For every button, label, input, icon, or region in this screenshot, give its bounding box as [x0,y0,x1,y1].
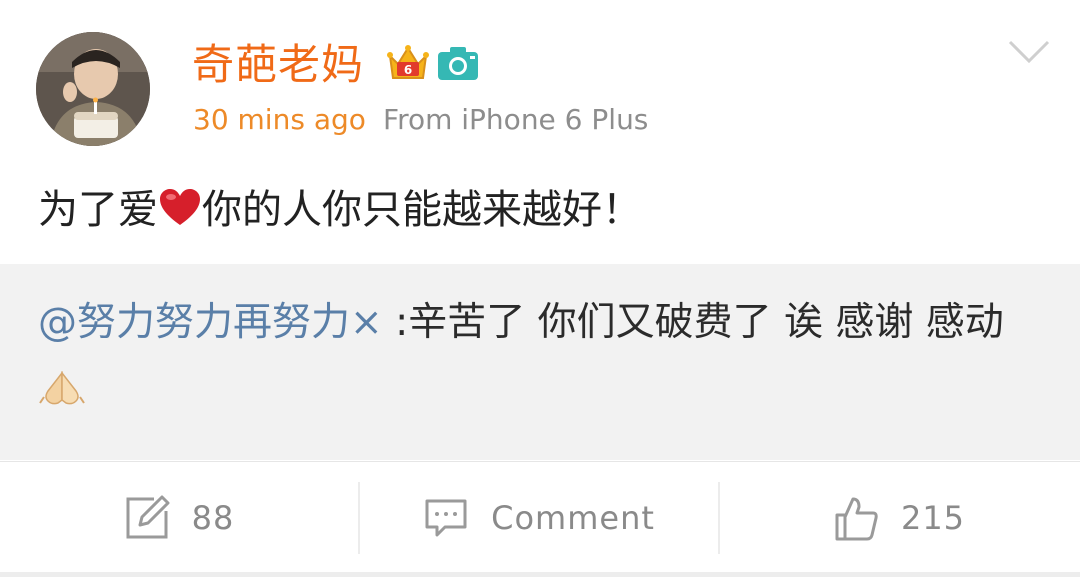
bottom-separator [0,572,1080,577]
svg-text:6: 6 [404,63,412,77]
like-count: 215 [900,499,966,537]
retweet-text: :辛苦了 你们又破费了 诶 感谢 感动 [382,300,1004,345]
retweet-block[interactable]: @努力努力再努力× :辛苦了 你们又破费了 诶 感谢 感动 [0,264,1080,460]
repost-button[interactable]: 88 [0,462,358,574]
vip-crown-icon[interactable]: 6 [386,42,430,86]
like-button[interactable]: 215 [720,462,1078,574]
heart-icon [158,186,202,226]
comment-label: Comment [491,499,655,537]
post-source: From iPhone 6 Plus [383,103,649,136]
avatar-photo [36,32,150,146]
camera-icon[interactable] [436,42,480,86]
comment-button[interactable]: Comment [360,462,718,574]
post-text: 为了爱 你的人你只能越来越好！ [38,182,642,238]
post-text-part-1: 为了爱 [38,187,158,233]
retweet-text-container: @努力努力再努力× :辛苦了 你们又破费了 诶 感谢 感动 [38,290,1038,422]
repost-icon [126,495,170,539]
post-time: 30 mins ago [193,103,366,136]
repost-count: 88 [191,499,235,537]
action-bar: 88 Comment 215 [0,461,1080,574]
post-card: 奇葩老妈 6 30 mins ago From iPhone 6 Plus 为了… [0,0,1080,577]
comment-icon [425,499,467,537]
post-header: 奇葩老妈 6 30 mins ago From iPhone 6 Plus [0,0,1080,160]
chevron-down-icon[interactable] [1006,34,1052,70]
pray-hands-icon [38,362,86,405]
thumbs-up-icon [835,497,878,541]
mention-link[interactable]: @努力努力再努力× [38,300,383,345]
avatar[interactable] [36,32,150,146]
username[interactable]: 奇葩老妈 [192,38,364,92]
post-text-part-2: 你的人你只能越来越好！ [202,187,642,233]
